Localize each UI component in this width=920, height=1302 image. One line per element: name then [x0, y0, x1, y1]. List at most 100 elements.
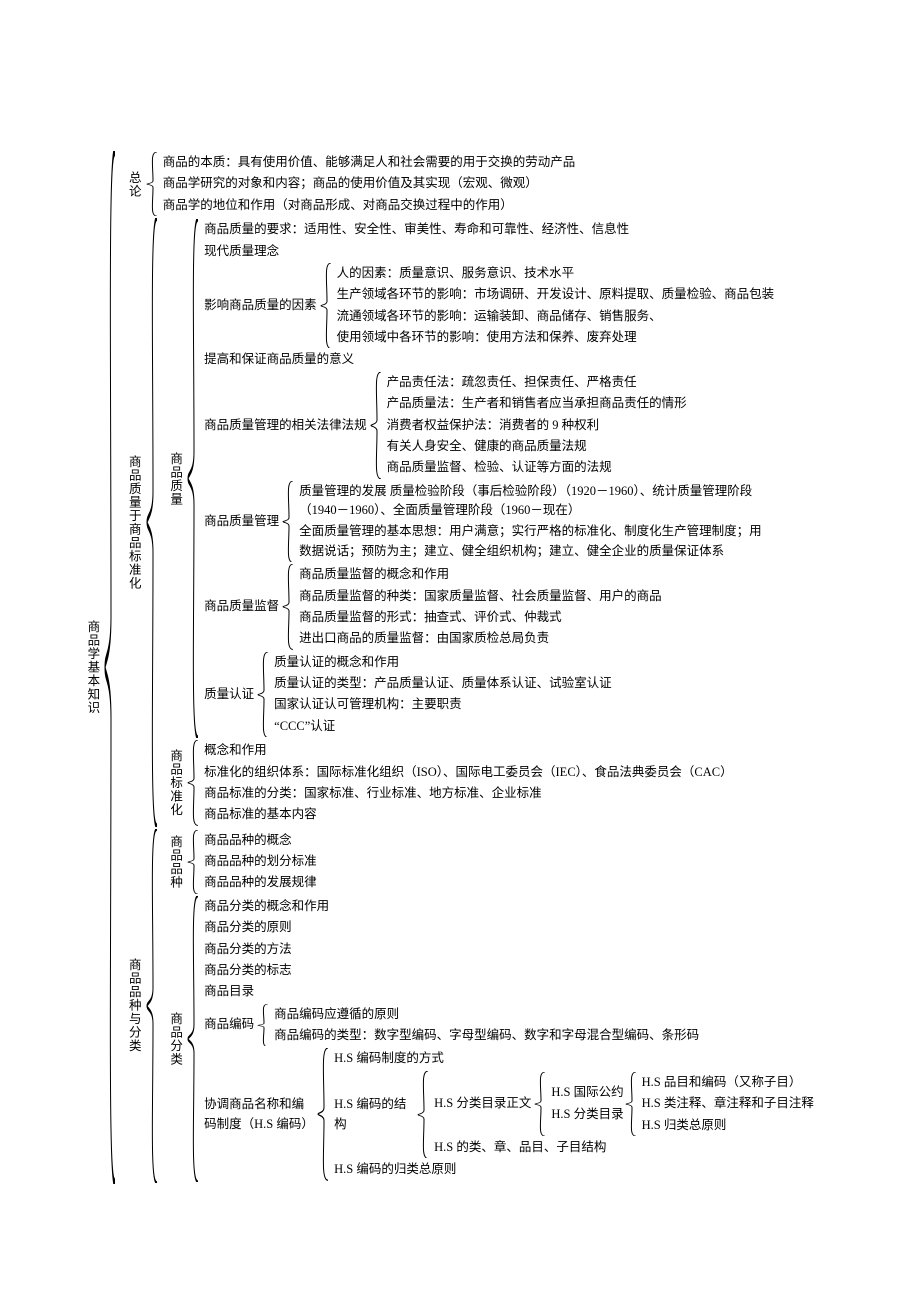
cls-c: 商品分类的方法	[204, 939, 814, 960]
classify-label: 商品分类	[163, 896, 186, 1182]
law-b: 产品质量法：生产者和销售者应当承担商品责任的情形	[387, 393, 687, 414]
children: 商品品种商品品种的概念商品品种的划分标准商品品种的发展规律商品分类商品分类的概念…	[163, 829, 814, 1183]
tree-node: H.S 分类目录正文 H.S 国际公约H.S 分类目录	[434, 1072, 623, 1136]
law-e: 商品质量监督、检验、认证等方面的法规	[387, 457, 687, 478]
q-b: 现代质量理念	[204, 241, 774, 262]
tree-node: 协调商品名称和编码制度（H.S 编码） H.S 编码制度的方式H.S 编码的结构 H…	[204, 1048, 814, 1180]
brace-icon	[416, 1071, 430, 1159]
tree-node: 商品质量商品质量的要求：适用性、安全性、审美性、寿命和可靠性、经济性、信息性现代…	[163, 219, 774, 738]
hs-cat-b: H.S 分类目录	[551, 1104, 623, 1125]
tree-node: 商品编码商品编码应遵循的原则商品编码的类型：数字型编码、字母型编码、数字和字母混…	[204, 1004, 814, 1047]
fac-c: 流通领域各环节的影响：运输装卸、商品储存、销售服务、	[337, 306, 775, 327]
q-a: 商品质量的要求：适用性、安全性、审美性、寿命和可靠性、经济性、信息性	[204, 219, 774, 240]
children: H.S 编码制度的方式H.S 编码的结构H.S 分类目录正文H.S 国际公约H.…	[334, 1048, 814, 1180]
brace-icon	[256, 1004, 270, 1047]
s1-b: 商品学研究的对象和内容；商品的使用价值及其实现（宏观、微观）	[163, 173, 576, 194]
hs-cat-row: H.S 分类目录正文 H.S 国际公约H.S 分类目录 H.S 品目和编码（又称子目…	[434, 1071, 814, 1137]
sup-d: 进出口商品的质量监督：由国家质检总局负责	[299, 628, 662, 649]
fac-a: 人的因素：质量意识、服务意识、技术水平	[337, 263, 775, 284]
tree-node: 影响商品质量的因素人的因素：质量意识、服务意识、技术水平生产领域各环节的影响：市…	[204, 263, 774, 349]
brace-icon	[369, 372, 383, 479]
children: 商品品种的概念商品品种的划分标准商品品种的发展规律	[204, 830, 317, 894]
cert-label: 质量认证	[204, 652, 256, 738]
tree-node: 总论商品的本质：具有使用价值、能够满足人和社会需要的用于交换的劳动产品商品学研究…	[121, 152, 813, 216]
children: 人的因素：质量意识、服务意识、技术水平生产领域各环节的影响：市场调研、开发设计、…	[337, 263, 775, 349]
sup-a: 商品质量监督的概念和作用	[299, 564, 662, 585]
law-d: 有关人身安全、健康的商品质量法规	[387, 436, 687, 457]
children: H.S 品目和编码（又称子目）H.S 类注释、章注释和子目注释H.S 归类总原则	[642, 1072, 814, 1136]
fac-d: 使用领域中各环节的影响：使用方法和保养、废弃处理	[337, 327, 775, 348]
cert-d: “CCC”认证	[274, 716, 612, 737]
brace-icon	[281, 564, 295, 650]
s1-c: 商品学的地位和作用（对商品形成、对商品交换过程中的作用）	[163, 195, 576, 216]
children: 总论商品的本质：具有使用价值、能够满足人和社会需要的用于交换的劳动产品商品学研究…	[121, 151, 813, 1184]
q-c: 提高和保证商品质量的意义	[204, 349, 774, 370]
quality-label: 商品质量	[163, 219, 186, 738]
brace-icon	[256, 652, 270, 738]
section-overview-label: 总论	[121, 152, 144, 216]
std-b: 标准化的组织体系：国际标准化组织（ISO）、国际电工委员会（IEC）、食品法典委…	[204, 762, 732, 783]
tree-node: 质量认证质量认证的概念和作用质量认证的类型：产品质量认证、质量体系认证、试验室认…	[204, 652, 774, 738]
tree-node: 商品质量于商品标准化商品质量商品质量的要求：适用性、安全性、审美性、寿命和可靠性…	[121, 218, 813, 827]
mgmt-label: 商品质量管理	[204, 481, 281, 563]
sup-c: 商品质量监督的形式：抽查式、评价式、仲裁式	[299, 607, 662, 628]
section-quality-std-label: 商品质量于商品标准化	[121, 218, 144, 827]
std-label: 商品标准化	[163, 740, 186, 826]
hs-struct-sub: H.S 的类、章、品目、子目结构	[434, 1137, 814, 1158]
sup-label: 商品质量监督	[204, 564, 281, 650]
hs-label: 协调商品名称和编码制度（H.S 编码）	[204, 1048, 316, 1180]
tree-node: 商品分类商品分类的概念和作用商品分类的原则商品分类的方法商品分类的标志商品目录商…	[163, 896, 814, 1182]
children: 质量认证的概念和作用质量认证的类型：产品质量认证、质量体系认证、试验室认证国家认…	[274, 652, 612, 738]
factors-label: 影响商品质量的因素	[204, 263, 319, 349]
cls-a: 商品分类的概念和作用	[204, 896, 814, 917]
brace-icon	[186, 219, 200, 738]
brace-icon	[186, 740, 200, 826]
law-c: 消费者权益保护法：消费者的 9 种权利	[387, 415, 687, 436]
cls-e: 商品目录	[204, 981, 814, 1002]
children: 概念和作用标准化的组织体系：国际标准化组织（ISO）、国际电工委员会（IEC）、…	[204, 740, 732, 826]
hs-cat-label: H.S 分类目录正文	[434, 1072, 533, 1136]
tree-node: 商品品种商品品种的概念商品品种的划分标准商品品种的发展规律	[163, 830, 814, 894]
children: 产品责任法：疏忽责任、担保责任、严格责任产品质量法：生产者和销售者应当承担商品责…	[387, 372, 687, 479]
tree-node: 商品学基本知识总论商品的本质：具有使用价值、能够满足人和社会需要的用于交换的劳动…	[80, 151, 890, 1184]
cls-b: 商品分类的原则	[204, 917, 814, 938]
brace-icon	[316, 1048, 330, 1180]
std-a: 概念和作用	[204, 740, 732, 761]
var-b: 商品品种的划分标准	[204, 851, 317, 872]
sup-b: 商品质量监督的种类：国家质量监督、社会质量监督、用户的商品	[299, 586, 662, 607]
variety-label: 商品品种	[163, 830, 186, 894]
brace-icon	[103, 151, 117, 1184]
brace-icon	[281, 481, 295, 563]
children: 商品质量商品质量的要求：适用性、安全性、审美性、寿命和可靠性、经济性、信息性现代…	[163, 218, 774, 827]
brace-icon	[145, 218, 159, 827]
children: 商品的本质：具有使用价值、能够满足人和社会需要的用于交换的劳动产品商品学研究的对…	[163, 152, 576, 216]
root-label: 商品学基本知识	[80, 151, 103, 1184]
section-variety-classify-label: 商品品种与分类	[121, 829, 144, 1183]
tree-node: H.S 品目和编码（又称子目）H.S 类注释、章注释和子目注释H.S 归类总原则	[624, 1072, 814, 1136]
std-c: 商品标准的分类：国家标准、行业标准、地方标准、企业标准	[204, 783, 732, 804]
cert-a: 质量认证的概念和作用	[274, 652, 612, 673]
hs-struct-label: H.S 编码的结构	[334, 1071, 416, 1159]
cls-d: 商品分类的标志	[204, 960, 814, 981]
children: 商品编码应遵循的原则商品编码的类型：数字型编码、字母型编码、数字和字母混合型编码…	[274, 1004, 699, 1047]
brace-icon	[186, 830, 200, 894]
brace-icon	[145, 152, 159, 216]
tree-node: 商品质量监督商品质量监督的概念和作用商品质量监督的种类：国家质量监督、社会质量监…	[204, 564, 774, 650]
brace-icon	[186, 896, 200, 1182]
tree-node: 商品质量管理的相关法律法规产品责任法：疏忽责任、担保责任、严格责任产品质量法：生…	[204, 372, 774, 479]
hs-detail-a: H.S 品目和编码（又称子目）	[642, 1072, 814, 1093]
mgmt-a: 质量管理的发展 质量检验阶段（事后检验阶段）（1920－1960）、统计质量管理…	[299, 481, 769, 522]
children: 商品质量监督的概念和作用商品质量监督的种类：国家质量监督、社会质量监督、用户的商…	[299, 564, 662, 650]
hs-detail-b: H.S 类注释、章注释和子目注释	[642, 1093, 814, 1114]
brace-icon	[145, 829, 159, 1183]
children: H.S 分类目录正文 H.S 国际公约H.S 分类目录 H.S 品目和编码（又称子目…	[434, 1071, 814, 1159]
children: 商品质量的要求：适用性、安全性、审美性、寿命和可靠性、经济性、信息性现代质量理念…	[204, 219, 774, 738]
cert-b: 质量认证的类型：产品质量认证、质量体系认证、试验室认证	[274, 673, 612, 694]
hs-sys: H.S 编码制度的方式	[334, 1048, 814, 1069]
hs-cat-a: H.S 国际公约	[551, 1082, 623, 1103]
children: 质量管理的发展 质量检验阶段（事后检验阶段）（1920－1960）、统计质量管理…	[299, 481, 769, 563]
brace-icon	[319, 263, 333, 349]
mgmt-b: 全面质量管理的基本思想：用户满意；实行严格的标准化、制度化生产管理制度；用数据说…	[299, 521, 769, 562]
children: 商品分类的概念和作用商品分类的原则商品分类的方法商品分类的标志商品目录商品编码商…	[204, 896, 814, 1182]
law-label: 商品质量管理的相关法律法规	[204, 372, 369, 479]
